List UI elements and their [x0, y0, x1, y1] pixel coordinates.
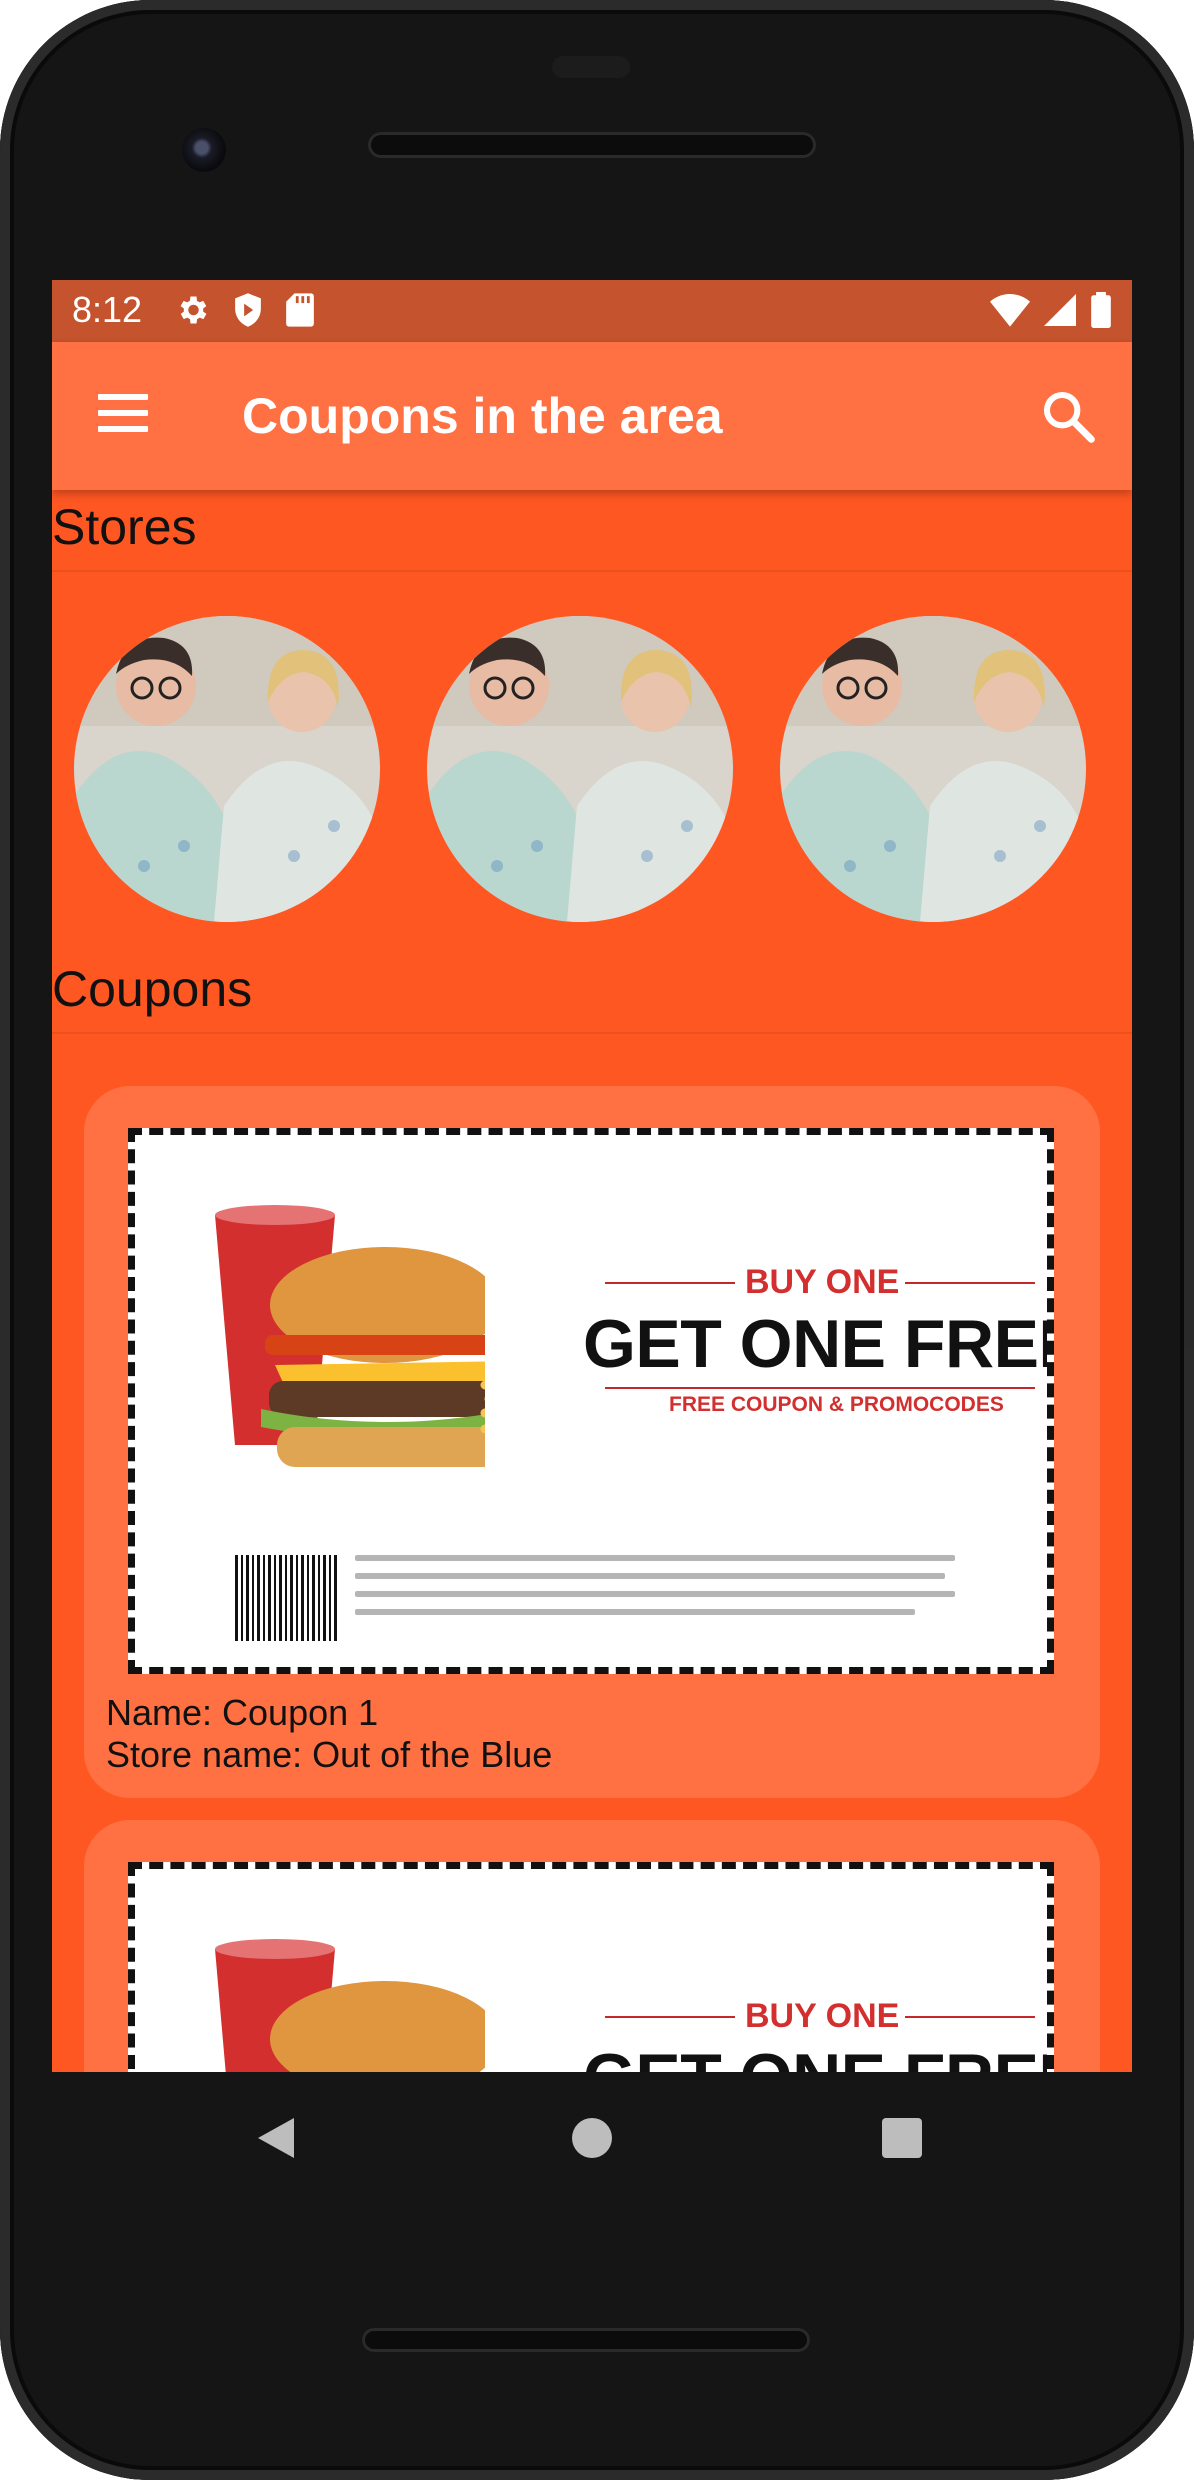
recents-icon[interactable]	[882, 2118, 922, 2158]
red-rule	[605, 2016, 735, 2018]
front-camera	[182, 128, 226, 172]
store-photo	[74, 616, 380, 922]
gear-icon	[180, 296, 207, 324]
store-item[interactable]	[74, 616, 380, 922]
coupons-section-title: Coupons	[52, 961, 253, 1017]
status-time: 8:12	[72, 289, 143, 330]
stores-divider	[52, 570, 1132, 572]
store-item[interactable]	[780, 616, 1086, 922]
coupon-get-one-free-text: GET ONE FREE	[583, 2039, 1047, 2072]
store-item[interactable]	[427, 616, 733, 922]
page-title: Coupons in the area	[242, 388, 723, 444]
stores-section-title: Stores	[52, 499, 197, 555]
hamburger-menu-icon[interactable]	[98, 394, 148, 434]
red-rule	[905, 1282, 1035, 1284]
sd-card-icon	[286, 293, 314, 327]
burger-meal-illustration	[215, 1205, 485, 1467]
coupon-card[interactable]: BUY ONE GET ONE FREE	[84, 1820, 1100, 2072]
volume-button	[1184, 1020, 1194, 1350]
top-slot	[552, 56, 630, 78]
wifi-icon	[990, 294, 1030, 327]
home-icon[interactable]	[572, 2118, 612, 2158]
power-button	[1184, 640, 1194, 760]
battery-icon	[1091, 292, 1111, 328]
fine-print	[355, 1555, 955, 1627]
red-rule	[905, 2016, 1035, 2018]
app-screen: 8:12 Coupons in the area Stores Coupons …	[52, 280, 1132, 2072]
burger-meal-illustration	[215, 1939, 485, 2072]
coupons-divider	[52, 1032, 1132, 1034]
shield-icon	[235, 293, 261, 327]
coupon-name: Name: Coupon 1	[106, 1692, 379, 1733]
red-rule	[605, 1387, 1035, 1389]
navigation-bar	[0, 2072, 1194, 2232]
coupon-buy-one-text: BUY ONE	[745, 1263, 900, 1301]
coupon-image: BUY ONE GET ONE FREE FREE COUPON & PROMO…	[128, 1128, 1054, 1674]
phone-frame: 8:12 Coupons in the area Stores Coupons …	[0, 0, 1194, 2480]
store-photo	[427, 616, 733, 922]
coupon-buy-one-text: BUY ONE	[745, 1997, 900, 2035]
coupon-card[interactable]: BUY ONE GET ONE FREE FREE COUPON & PROMO…	[84, 1086, 1100, 1798]
bottom-speaker	[362, 2328, 810, 2352]
barcode	[235, 1555, 339, 1641]
back-icon[interactable]	[258, 2118, 294, 2158]
coupon-get-one-free-text: GET ONE FREE	[583, 1306, 1054, 1382]
earpiece-speaker	[368, 132, 816, 158]
coupon-store-name: Store name: Out of the Blue	[106, 1734, 553, 1775]
coupon-image: BUY ONE GET ONE FREE	[128, 1862, 1054, 2072]
status-bar: 8:12	[52, 280, 1132, 342]
coupon-promo-text: FREE COUPON & PROMOCODES	[669, 1393, 1004, 1416]
signal-icon	[1044, 294, 1076, 326]
red-rule	[605, 1282, 735, 1284]
store-photo	[780, 616, 1086, 922]
search-icon[interactable]	[1040, 388, 1096, 444]
app-bar: Coupons in the area	[52, 342, 1132, 490]
